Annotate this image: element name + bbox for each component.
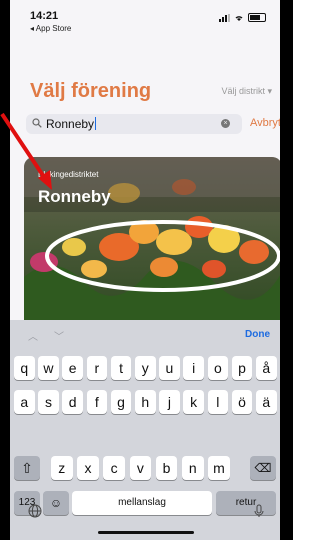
chevron-down-icon[interactable]: ﹀ bbox=[54, 328, 64, 343]
key-u[interactable]: u bbox=[159, 356, 180, 380]
emoji-key[interactable]: ☺ bbox=[43, 491, 69, 515]
phone-frame: 14:21 ◂ App Store Välj förening Välj dis… bbox=[0, 0, 293, 540]
globe-icon[interactable] bbox=[28, 504, 42, 518]
key-d[interactable]: d bbox=[62, 390, 83, 414]
text-caret bbox=[95, 117, 97, 130]
key-o[interactable]: o bbox=[207, 356, 229, 380]
key-x[interactable]: x bbox=[77, 456, 99, 480]
key-b[interactable]: b bbox=[155, 456, 178, 480]
app-screen: 14:21 ◂ App Store Välj förening Välj dis… bbox=[10, 0, 280, 540]
key-v[interactable]: v bbox=[129, 456, 152, 480]
shift-key[interactable]: ⇧ bbox=[14, 456, 40, 480]
back-to-app-store[interactable]: ◂ App Store bbox=[30, 24, 71, 33]
key-ö[interactable]: ö bbox=[231, 390, 253, 414]
key-z[interactable]: z bbox=[51, 456, 73, 480]
keyboard: ︿ ﹀ Done qwertyuiopå asdfghjklöä zxcvbnm… bbox=[10, 320, 280, 540]
key-g[interactable]: g bbox=[110, 390, 132, 414]
microphone-icon[interactable] bbox=[252, 504, 266, 518]
red-annotation-arrow bbox=[0, 112, 52, 190]
key-r[interactable]: r bbox=[86, 356, 108, 380]
key-p[interactable]: p bbox=[231, 356, 253, 380]
key-å[interactable]: å bbox=[256, 356, 277, 380]
status-bar: 14:21 ◂ App Store bbox=[10, 0, 280, 36]
tulip-photo bbox=[24, 157, 280, 320]
district-dropdown[interactable]: Välj distrikt ▾ bbox=[221, 86, 272, 97]
key-f[interactable]: f bbox=[86, 390, 108, 414]
key-s[interactable]: s bbox=[38, 390, 59, 414]
keyboard-accessory-bar: ︿ ﹀ Done bbox=[10, 320, 280, 348]
wifi-icon bbox=[235, 16, 243, 21]
key-c[interactable]: c bbox=[103, 456, 125, 480]
key-w[interactable]: w bbox=[38, 356, 59, 380]
system-icons bbox=[219, 13, 266, 22]
key-h[interactable]: h bbox=[135, 390, 156, 414]
chevron-up-icon[interactable]: ︿ bbox=[28, 328, 38, 343]
key-i[interactable]: i bbox=[183, 356, 204, 380]
home-indicator bbox=[98, 531, 194, 534]
key-m[interactable]: m bbox=[208, 456, 230, 480]
key-l[interactable]: l bbox=[207, 390, 229, 414]
signal-icon bbox=[219, 13, 230, 22]
key-j[interactable]: j bbox=[159, 390, 180, 414]
done-button[interactable]: Done bbox=[245, 329, 270, 340]
backspace-key[interactable]: ⌫ bbox=[250, 456, 276, 480]
key-t[interactable]: t bbox=[110, 356, 132, 380]
clear-search-icon[interactable]: × bbox=[221, 119, 230, 128]
key-k[interactable]: k bbox=[183, 390, 204, 414]
key-ä[interactable]: ä bbox=[256, 390, 277, 414]
return-key[interactable]: retur bbox=[216, 491, 276, 515]
battery-icon bbox=[248, 13, 266, 22]
search-row: Ronneby × Avbryt bbox=[26, 114, 280, 136]
key-y[interactable]: y bbox=[135, 356, 156, 380]
space-key[interactable]: mellanslag bbox=[72, 491, 212, 515]
key-n[interactable]: n bbox=[182, 456, 204, 480]
clock: 14:21 bbox=[30, 10, 59, 22]
association-card[interactable]: Blokingedistriktet Ronneby bbox=[24, 157, 280, 320]
key-a[interactable]: a bbox=[14, 390, 35, 414]
cancel-button[interactable]: Avbryt bbox=[250, 117, 280, 129]
page-title: Välj förening bbox=[30, 80, 152, 102]
key-e[interactable]: e bbox=[62, 356, 83, 380]
key-q[interactable]: q bbox=[14, 356, 35, 380]
